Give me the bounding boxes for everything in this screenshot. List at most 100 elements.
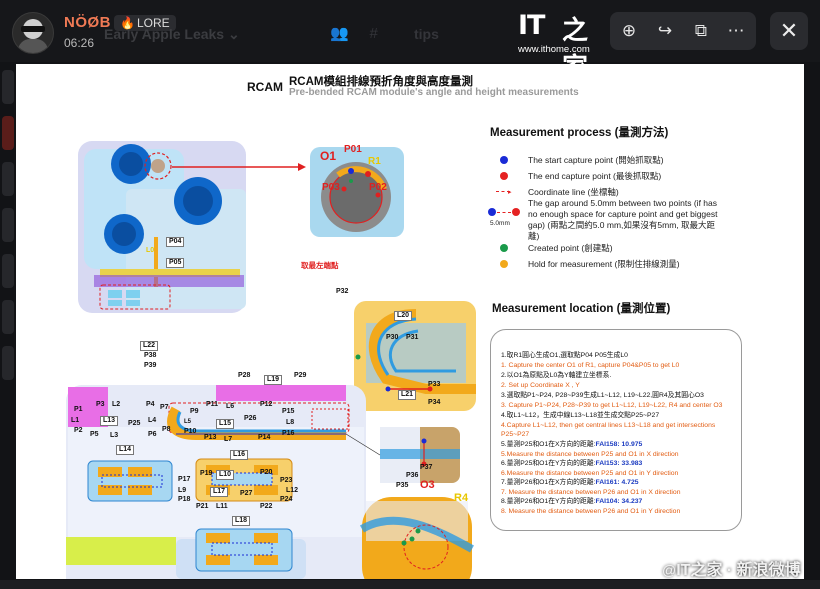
step-line: 4.取L1~L12，生成中線L13~L18並生成交點P25~P27 (501, 412, 660, 419)
doc-subtitle: Pre-bended RCAM module's angle and heigh… (289, 87, 579, 98)
gap-label: 5.0mm (490, 220, 510, 227)
label-p37: P37 (420, 464, 433, 471)
label-p2: P2 (74, 427, 83, 434)
label-o3: O3 (420, 479, 435, 491)
location-title: Measurement location (量測位置) (492, 303, 671, 315)
label-l16: L16 (230, 450, 249, 460)
label-r4: R4 (454, 492, 469, 504)
label-p36: P36 (406, 472, 419, 479)
background-tab: tips (414, 26, 439, 42)
source-caption: @IT之家 · 新浪微博 (662, 562, 801, 579)
legend-end: The end capture point (最後抓取點) (528, 171, 662, 181)
post-timestamp: 06:26 (64, 36, 95, 50)
label-p13: P13 (204, 434, 217, 441)
background-channel-title: Early Apple Leaks ⌄ (104, 26, 240, 42)
step-line: 1. Capture the center O1 of R1, capture … (501, 362, 680, 369)
label-p28: P28 (238, 372, 251, 379)
label-p11: P11 (206, 401, 219, 408)
leftmost-point-note: 取最左端點 (301, 261, 339, 270)
label-p3: P3 (96, 401, 105, 408)
label-p34: P34 (428, 399, 441, 406)
legend-hold: Hold for measurement (限制住排線測量) (528, 259, 680, 269)
label-l10: L10 (216, 470, 235, 480)
more-icon[interactable]: ⋯ (721, 16, 751, 46)
label-p05: P05 (166, 258, 185, 268)
label-l4: L4 (148, 417, 157, 424)
label-p20: P20 (260, 469, 273, 476)
label-p7: P7 (160, 404, 169, 411)
label-p16: P16 (282, 430, 295, 437)
label-l21: L21 (398, 390, 417, 400)
label-l22: L22 (140, 341, 159, 351)
label-l11: L11 (216, 503, 228, 510)
label-p1: P1 (74, 406, 83, 413)
legend-created: Created point (創建點) (528, 243, 613, 253)
label-p21: P21 (196, 503, 209, 510)
created-point-icon (500, 244, 508, 252)
label-p35: P35 (396, 482, 409, 489)
gap-end-icon (512, 208, 520, 216)
label-l0: L0 (146, 247, 155, 254)
fai-value: FAI104: 34.237 (595, 498, 643, 505)
step-line: 6.量測P25和O1在Y方向的距離:FAI153: 33.983 (501, 460, 643, 467)
legend-gap: The gap around 5.0mm between two points … (528, 198, 718, 241)
step-line: 3. Capture P1~P24, P28~P39 to get L1~L12… (501, 402, 723, 409)
step-line: 3.選取點P1~P24, P28~P39生成L1~L12, L19~L22,圓R… (501, 392, 704, 399)
label-p22: P22 (260, 503, 273, 510)
label-l8: L8 (286, 419, 295, 426)
document-image[interactable]: RCAM RCAM模組排線預折角度與高度量測 Pre-bended RCAM m… (16, 64, 804, 579)
label-p15: P15 (282, 408, 295, 415)
process-title: Measurement process (量測方法) (490, 127, 669, 139)
avatar[interactable] (12, 12, 54, 54)
label-p18: P18 (178, 496, 191, 503)
step-line: 2.以O1為原點及L0為Y軸建立坐標系. (501, 372, 612, 379)
label-p12: P12 (260, 401, 273, 408)
label-l2: L2 (112, 401, 121, 408)
step-line: 6.Measure the distance between P25 and O… (501, 470, 679, 477)
label-l5: L5 (184, 419, 192, 425)
label-l14: L14 (116, 445, 135, 455)
label-l6: L6 (226, 403, 235, 410)
label-l13: L13 (100, 416, 119, 426)
label-p29: P29 (294, 372, 307, 379)
hold-measure-icon (500, 260, 508, 268)
label-p03: P03 (322, 182, 340, 193)
label-p38: P38 (144, 352, 157, 359)
label-l9: L9 (178, 487, 187, 494)
legend-coordinate: Coordinate line (坐標軸) (528, 187, 619, 197)
measurement-steps-box: 1.取R1圓心生成O1,選取點P04 P05生成L0 1. Capture th… (490, 329, 742, 531)
label-l12: L12 (286, 487, 299, 494)
label-p9: P9 (190, 408, 199, 415)
fai-value: FAI161: 4.725 (595, 479, 639, 486)
label-l7: L7 (224, 436, 233, 443)
close-button[interactable]: ✕ (770, 12, 808, 50)
label-p04: P04 (166, 237, 185, 247)
label-p33: P33 (428, 381, 441, 388)
step-line: 8. Measure the distance between P26 and … (501, 508, 681, 515)
label-p26: P26 (244, 415, 257, 422)
ithome-watermark: IT 之家 www.ithome.com (518, 10, 590, 82)
step-line: 8.量測P26和O1在Y方向的距離:FAI104: 34.237 (501, 498, 643, 505)
label-p19: P19 (200, 470, 213, 477)
zoom-in-icon[interactable]: ⊕ (614, 16, 644, 46)
label-p01: P01 (344, 144, 362, 155)
gap-start-icon (488, 208, 496, 216)
label-l18: L18 (232, 516, 251, 526)
label-l20: L20 (394, 311, 413, 321)
step-line: 7. Measure the distance between P26 and … (501, 489, 681, 496)
open-external-icon[interactable]: ⧉ (686, 16, 716, 46)
fai-value: FAI153: 33.983 (595, 460, 643, 467)
step-line: 5.Measure the distance between P25 and O… (501, 451, 679, 458)
step-line: 2. Set up Coordinate X , Y (501, 382, 580, 389)
image-toolbar: ⊕ ↪ ⧉ ⋯ (610, 12, 756, 50)
diagram (66, 141, 476, 579)
background-bottom (0, 580, 820, 589)
label-l17: L17 (210, 487, 229, 497)
legend-start: The start capture point (開始抓取點) (528, 155, 664, 165)
label-p14: P14 (258, 434, 271, 441)
label-p02: P02 (369, 182, 387, 193)
share-icon[interactable]: ↪ (650, 16, 680, 46)
doc-rcam-label: RCAM (247, 80, 283, 94)
step-line: 1.取R1圓心生成O1,選取點P04 P05生成L0 (501, 352, 628, 359)
step-line: 7.量測P26和O1在X方向的距離:FAI161: 4.725 (501, 479, 639, 486)
